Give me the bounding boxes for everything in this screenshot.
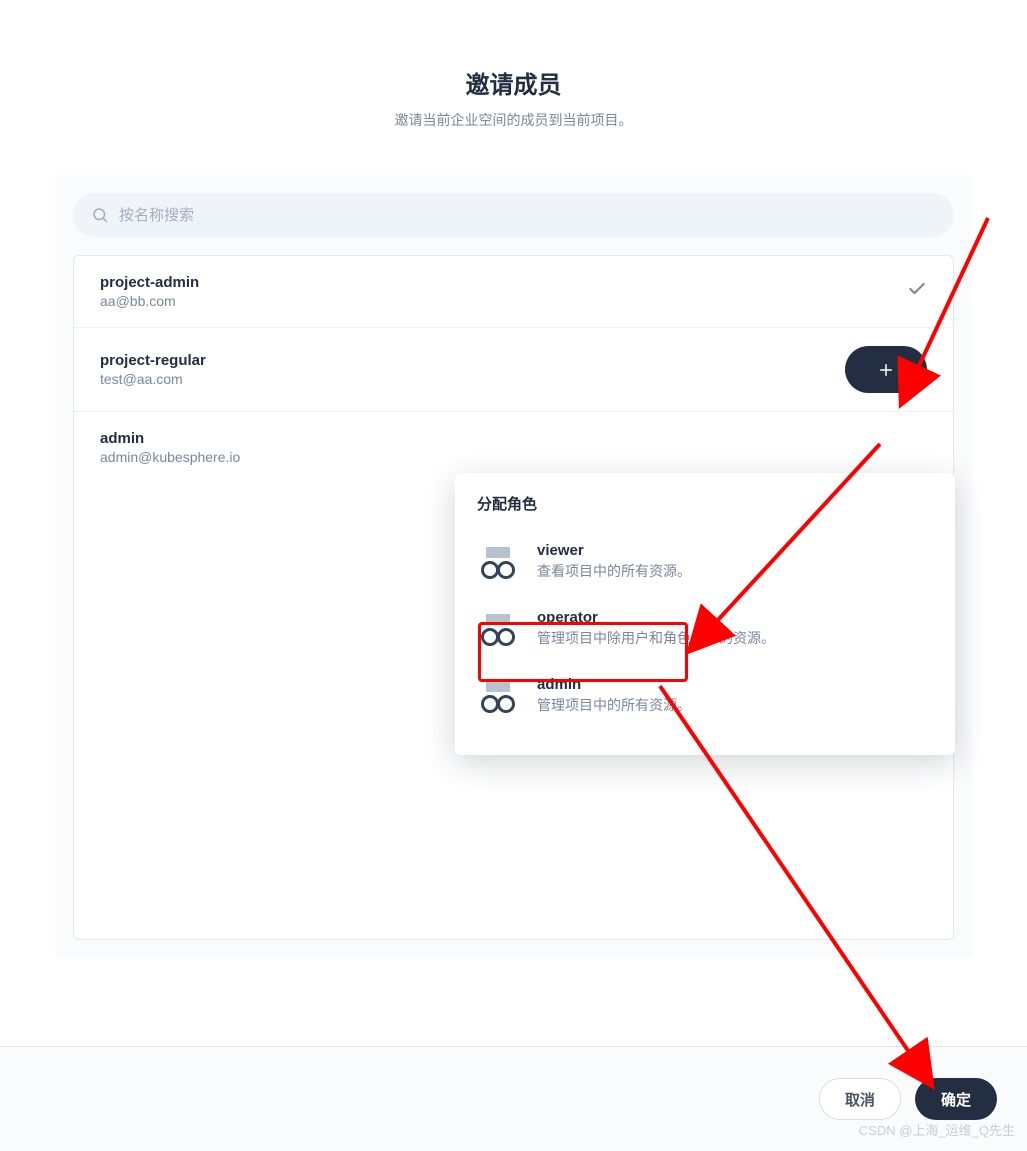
role-option-viewer[interactable]: viewer 查看项目中的所有资源。	[477, 532, 933, 599]
search-icon	[91, 206, 109, 224]
member-email: aa@bb.com	[100, 293, 199, 309]
member-row: project-admin aa@bb.com	[74, 256, 953, 328]
role-option-operator[interactable]: operator 管理项目中除用户和角色之外的资源。	[477, 599, 933, 666]
cancel-button[interactable]: 取消	[819, 1078, 901, 1120]
assign-role-popover: 分配角色 viewer 查看项目中的所有资源。 operator 管理项目中除用…	[455, 473, 955, 755]
popover-title: 分配角色	[477, 493, 933, 514]
ok-button[interactable]: 确定	[915, 1078, 997, 1120]
member-name: project-regular	[100, 352, 206, 369]
member-email: test@aa.com	[100, 371, 206, 387]
role-icon	[477, 679, 519, 713]
role-name: admin	[537, 676, 691, 693]
role-option-admin[interactable]: admin 管理项目中的所有资源。	[477, 666, 933, 733]
member-name: project-admin	[100, 274, 199, 291]
member-email: admin@kubesphere.io	[100, 449, 240, 465]
check-icon	[907, 279, 927, 304]
role-desc: 查看项目中的所有资源。	[537, 561, 691, 581]
role-desc: 管理项目中的所有资源。	[537, 695, 691, 715]
role-icon	[477, 545, 519, 579]
role-name: viewer	[537, 542, 691, 559]
search-box[interactable]	[73, 193, 954, 237]
search-input[interactable]	[119, 207, 936, 224]
role-desc: 管理项目中除用户和角色之外的资源。	[537, 628, 775, 648]
watermark: CSDN @上海_运维_Q先生	[859, 1120, 1015, 1139]
plus-icon	[877, 361, 895, 379]
page-title: 邀请成员	[0, 0, 1027, 110]
member-row: project-regular test@aa.com	[74, 328, 953, 412]
role-icon	[477, 612, 519, 646]
role-name: operator	[537, 609, 775, 626]
page-subtitle: 邀请当前企业空间的成员到当前项目。	[0, 110, 1027, 160]
member-name: admin	[100, 430, 240, 447]
add-member-button[interactable]	[845, 346, 927, 393]
